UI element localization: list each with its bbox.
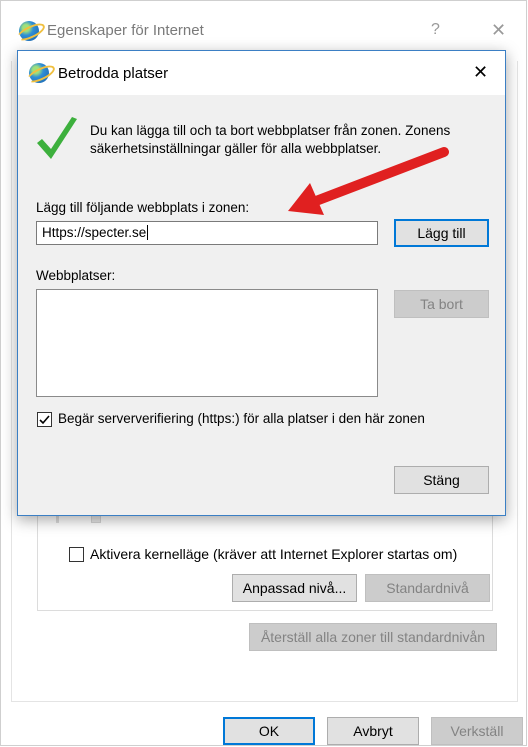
add-site-input-value: Https://specter.se — [42, 225, 147, 240]
apply-button[interactable]: Verkställ — [431, 717, 523, 745]
require-https-checkbox[interactable] — [37, 412, 52, 427]
add-button[interactable]: Lägg till — [394, 219, 489, 247]
close-button[interactable]: Stäng — [394, 466, 489, 494]
text-caret — [147, 225, 149, 240]
outer-window-title: Egenskaper för Internet — [47, 22, 204, 39]
dialog-close-button[interactable]: ✕ — [473, 62, 488, 83]
websites-label: Webbplatser: — [36, 268, 116, 283]
add-site-input[interactable]: Https://specter.se — [36, 221, 378, 245]
checkmark-icon — [37, 117, 77, 159]
help-button[interactable]: ? — [431, 21, 440, 39]
red-arrow-icon — [288, 147, 449, 215]
ie-globe-icon — [19, 21, 39, 41]
ie-globe-icon — [29, 63, 49, 83]
add-site-label: Lägg till följande webbplats i zonen: — [36, 200, 250, 215]
websites-list[interactable] — [36, 289, 378, 397]
cancel-button[interactable]: Avbryt — [327, 717, 419, 745]
outer-close-button[interactable]: ✕ — [491, 20, 506, 41]
checkbox-check-icon — [39, 415, 50, 425]
remove-button[interactable]: Ta bort — [394, 290, 489, 318]
ok-button[interactable]: OK — [223, 717, 315, 745]
require-https-label: Begär serververifiering (https:) för all… — [58, 411, 425, 426]
dialog-title: Betrodda platser — [58, 65, 169, 82]
trusted-sites-dialog: Betrodda platser ✕ Du kan lägga till och… — [17, 50, 506, 516]
